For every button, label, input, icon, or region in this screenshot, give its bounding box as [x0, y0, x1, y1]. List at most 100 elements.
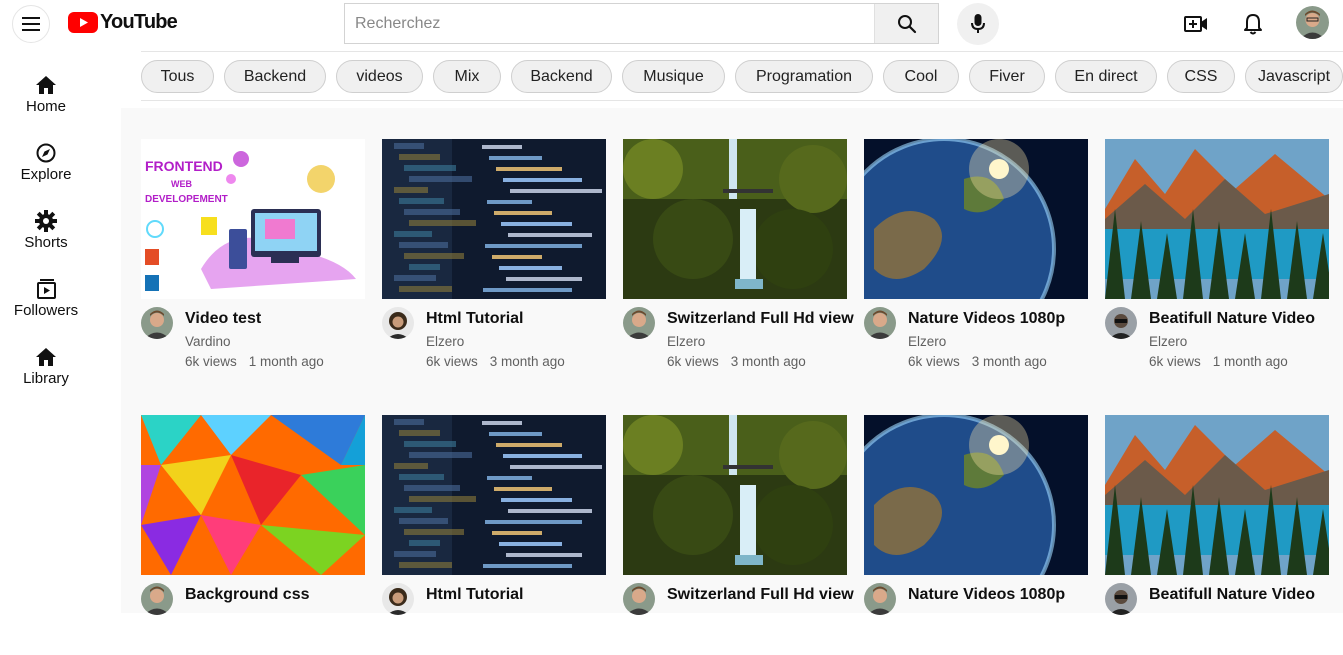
channel-avatar[interactable] [141, 307, 173, 339]
video-title[interactable]: Nature Videos 1080p [908, 310, 1065, 328]
channel-name[interactable]: Elzero [667, 334, 705, 349]
svg-text:FRONTEND: FRONTEND [145, 158, 223, 174]
channel-name[interactable]: Elzero [908, 334, 946, 349]
upload-age: 1 month ago [1212, 354, 1288, 369]
video-stats [667, 630, 679, 645]
video-thumbnail[interactable] [141, 415, 365, 575]
channel-avatar[interactable] [1105, 583, 1137, 615]
sidebar-item-home[interactable]: Home [0, 74, 92, 134]
chip[interactable]: Mix [433, 60, 501, 93]
voice-search-button[interactable] [957, 3, 999, 45]
sidebar-item-label: Shorts [24, 234, 68, 251]
search-input[interactable] [345, 4, 874, 43]
logo-text: YouTube [100, 11, 178, 33]
user-avatar[interactable] [1296, 6, 1329, 39]
video-thumbnail[interactable]: FRONTEND WEB DEVELOPEMENT [141, 139, 365, 299]
video-title[interactable]: Beatifull Nature Video [1149, 310, 1315, 328]
video-thumbnail[interactable] [623, 139, 847, 299]
video-title[interactable]: Switzerland Full Hd view [667, 310, 854, 328]
video-card[interactable]: Nature Videos 1080p [864, 415, 1088, 655]
channel-name[interactable]: Elzero [426, 334, 464, 349]
video-card[interactable]: Beatifull Nature Video Elzero 6k views 1 … [1105, 139, 1329, 379]
video-card[interactable]: Nature Videos 1080p Elzero 6k views 3 mon… [864, 139, 1088, 379]
sidebar-item-label: Followers [13, 302, 79, 319]
chip[interactable]: Backend [511, 60, 612, 93]
view-count: 6k views [426, 354, 478, 369]
video-card[interactable]: Beatifull Nature Video [1105, 415, 1329, 655]
channel-avatar[interactable] [382, 583, 414, 615]
notifications-button[interactable] [1240, 11, 1266, 37]
video-thumbnail[interactable] [623, 415, 847, 575]
video-title[interactable]: Beatifull Nature Video [1149, 586, 1315, 604]
channel-avatar[interactable] [382, 307, 414, 339]
video-stats: 6k views 1 month ago [185, 354, 324, 369]
sidebar-item-label: Library [23, 370, 69, 387]
hamburger-menu-button[interactable] [12, 5, 50, 43]
video-thumbnail[interactable] [382, 415, 606, 575]
sidebar-item-shorts[interactable]: Shorts [0, 210, 92, 270]
video-title[interactable]: Video test [185, 310, 261, 328]
video-title[interactable]: Switzerland Full Hd view [667, 586, 854, 604]
video-stats [908, 630, 920, 645]
chip[interactable]: En direct [1055, 60, 1157, 93]
video-title[interactable]: Background css [185, 586, 309, 604]
chip[interactable]: Backend [224, 60, 326, 93]
video-title[interactable]: Nature Videos 1080p [908, 586, 1065, 604]
svg-text:DEVELOPEMENT: DEVELOPEMENT [145, 194, 228, 205]
youtube-logo[interactable]: YouTube [68, 11, 178, 34]
video-thumbnail[interactable] [382, 139, 606, 299]
video-feed: FRONTEND WEB DEVELOPEMENT Video test Var… [121, 108, 1343, 615]
video-thumbnail[interactable] [1105, 139, 1329, 299]
chip[interactable]: Tous [141, 60, 214, 93]
subscriptions-icon [37, 279, 56, 299]
video-stats [426, 630, 438, 645]
video-thumbnail[interactable] [864, 415, 1088, 575]
chip[interactable]: Programation [735, 60, 873, 93]
channel-name[interactable]: Vardino [185, 334, 231, 349]
video-card[interactable]: Html Tutorial Elzero 6k views 3 month ago [382, 139, 606, 379]
microphone-icon [971, 14, 985, 33]
filter-chips-bar: Tous Backend videos Mix Backend Musique … [141, 51, 1343, 101]
video-stats: 6k views 3 month ago [426, 354, 565, 369]
channel-avatar[interactable] [623, 307, 655, 339]
sidebar-item-library[interactable]: Library [0, 346, 92, 406]
upload-age: 1 month ago [248, 354, 324, 369]
channel-avatar[interactable] [864, 583, 896, 615]
channel-avatar[interactable] [1105, 307, 1137, 339]
sidebar-item-followers[interactable]: Followers [0, 278, 92, 338]
video-stats: 6k views 3 month ago [908, 354, 1047, 369]
chip[interactable]: Musique [622, 60, 725, 93]
menu-icon [22, 17, 40, 31]
video-camera-plus-icon [1184, 16, 1207, 32]
chip[interactable]: Fiver [969, 60, 1045, 93]
channel-name[interactable]: Elzero [1149, 334, 1187, 349]
video-title[interactable]: Html Tutorial [426, 586, 523, 604]
video-title[interactable]: Html Tutorial [426, 310, 523, 328]
view-count: 6k views [1149, 354, 1201, 369]
view-count: 6k views [667, 354, 719, 369]
video-stats: 6k views 3 month ago [667, 354, 806, 369]
channel-avatar[interactable] [864, 307, 896, 339]
video-card[interactable]: Background css [141, 415, 365, 655]
search-bar [344, 3, 939, 44]
chip[interactable]: CSS [1167, 60, 1235, 93]
upload-age: 3 month ago [730, 354, 806, 369]
sidebar-item-explore[interactable]: Explore [0, 142, 92, 202]
video-card[interactable]: Switzerland Full Hd view [623, 415, 854, 655]
create-video-button[interactable] [1183, 11, 1209, 37]
video-thumbnail[interactable] [864, 139, 1088, 299]
chip[interactable]: videos [336, 60, 423, 93]
channel-avatar[interactable] [623, 583, 655, 615]
video-card[interactable]: Html Tutorial [382, 415, 606, 655]
channel-avatar[interactable] [141, 583, 173, 615]
chip[interactable]: Cool [883, 60, 959, 93]
video-stats [1149, 630, 1161, 645]
upload-age: 3 month ago [971, 354, 1047, 369]
video-card[interactable]: FRONTEND WEB DEVELOPEMENT Video test Var… [141, 139, 365, 379]
video-stats: 6k views 1 month ago [1149, 354, 1288, 369]
home-icon [36, 76, 56, 94]
search-button[interactable] [874, 4, 938, 43]
video-thumbnail[interactable] [1105, 415, 1329, 575]
chip[interactable]: Javascript [1245, 60, 1343, 93]
video-card[interactable]: Switzerland Full Hd view Elzero 6k views… [623, 139, 854, 379]
